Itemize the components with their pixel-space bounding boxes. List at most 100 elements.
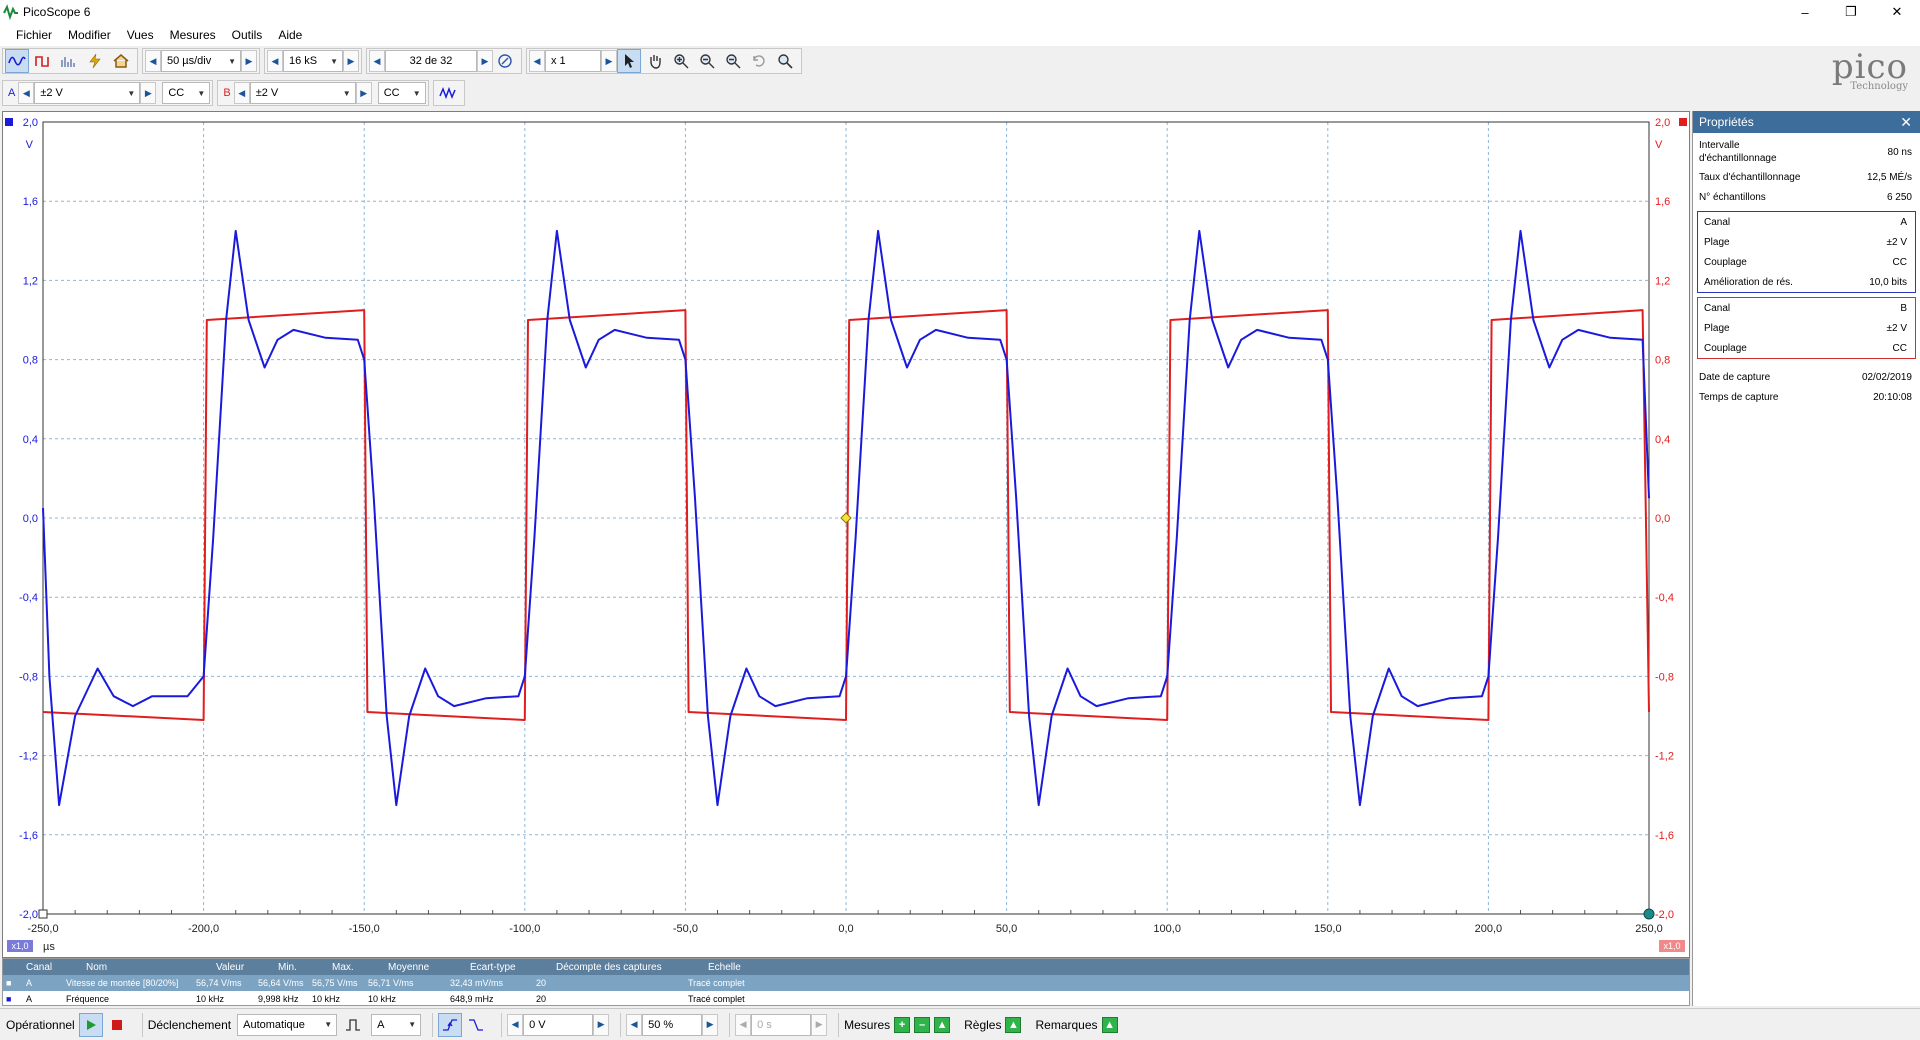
chevron-down-icon: ▼ bbox=[127, 88, 136, 98]
title-bar: PicoScope 6 – ❐ ✕ bbox=[0, 0, 1920, 24]
timebase-up-button[interactable]: ▶ bbox=[241, 50, 257, 72]
channel-a-range-up-button[interactable]: ▶ bbox=[140, 82, 157, 104]
y-tick-label-right: -0,8 bbox=[1655, 671, 1674, 683]
property-row: Intervalle d'échantillonnage 80 ns bbox=[1699, 140, 1912, 164]
restore-button[interactable]: ❐ bbox=[1828, 0, 1874, 24]
properties-title: Propriétés bbox=[1699, 115, 1754, 129]
pointer-tool-icon[interactable] bbox=[617, 49, 641, 73]
scope-view[interactable]: -250,0 -200,0 -150,0 -100,0 -50,0 0,0 50,0 100,… bbox=[2, 111, 1690, 958]
measurements-table: Canal Nom Valeur Min. Max. Moyenne Écart… bbox=[2, 958, 1690, 1006]
channel-toolbar: A ◀ ±2 V ▼ ▶ CC ▼ B ◀ ±2 V ▼ ▶ CC ▼ bbox=[0, 78, 469, 108]
menu-bar: Fichier Modifier Vues Mesures Outils Aid… bbox=[0, 24, 1920, 46]
timebase-select[interactable]: 50 µs/div ▼ bbox=[161, 50, 241, 72]
spectrum-mode-icon[interactable] bbox=[57, 49, 81, 73]
y-tick-label-right: 1,2 bbox=[1655, 275, 1670, 287]
pretrigger-field[interactable]: 50 % bbox=[642, 1013, 703, 1036]
scope-mode-icon[interactable] bbox=[5, 49, 29, 73]
menu-outils[interactable]: Outils bbox=[224, 28, 271, 42]
channel-b-axis-marker bbox=[1679, 118, 1687, 126]
zoom-factor-field[interactable]: x 1 bbox=[545, 50, 601, 72]
y-tick-label-left: 0,4 bbox=[23, 434, 38, 446]
zoom-in-icon[interactable] bbox=[669, 49, 693, 73]
remove-measurement-icon[interactable]: – bbox=[914, 1016, 931, 1033]
channel-a-range-down-button[interactable]: ◀ bbox=[18, 82, 35, 104]
samples-select[interactable]: 16 kS ▼ bbox=[283, 50, 343, 72]
buffer-navigator-icon[interactable] bbox=[493, 49, 517, 73]
trigger-channel-select[interactable]: A ▼ bbox=[371, 1013, 422, 1036]
capture-prev-button[interactable]: ◀ bbox=[369, 50, 385, 72]
menu-mesures[interactable]: Mesures bbox=[162, 28, 224, 42]
table-row[interactable]: ■ A Vitesse de montée [80/20%] 56,74 V/m… bbox=[3, 975, 1689, 991]
notes-label: Remarques bbox=[1035, 1017, 1098, 1032]
x-tick-label: 250,0 bbox=[1635, 923, 1663, 935]
menu-aide[interactable]: Aide bbox=[270, 28, 310, 42]
x-tick-label: 100,0 bbox=[1153, 923, 1181, 935]
channel-a-coupling-select[interactable]: CC ▼ bbox=[162, 82, 211, 104]
channel-b-range-up-button[interactable]: ▶ bbox=[355, 82, 372, 104]
falling-edge-icon[interactable] bbox=[464, 1013, 488, 1037]
timebase-down-button[interactable]: ◀ bbox=[145, 50, 161, 72]
zoom-out-icon[interactable] bbox=[721, 49, 745, 73]
channel-b-range-select[interactable]: ±2 V ▼ bbox=[249, 82, 356, 104]
capture-next-button[interactable]: ▶ bbox=[477, 50, 493, 72]
zoom-overview-icon[interactable] bbox=[773, 49, 797, 73]
menu-vues[interactable]: Vues bbox=[119, 28, 162, 42]
advanced-trigger-icon[interactable] bbox=[341, 1013, 365, 1037]
chevron-down-icon: ▼ bbox=[330, 56, 338, 66]
rising-edge-icon[interactable] bbox=[438, 1012, 463, 1037]
measures-label: Mesures bbox=[844, 1017, 891, 1032]
close-window-button[interactable]: ✕ bbox=[1874, 0, 1920, 24]
x-tick-label: 0,0 bbox=[838, 923, 853, 935]
hand-tool-icon[interactable] bbox=[643, 49, 667, 73]
chevron-down-icon: ▼ bbox=[197, 88, 206, 98]
channel-b-label[interactable]: B bbox=[220, 87, 233, 99]
zoom-up-button[interactable]: ▶ bbox=[601, 50, 617, 72]
table-header: Canal Nom Valeur Min. Max. Moyenne Écart… bbox=[3, 959, 1689, 975]
time-ruler-handle-right bbox=[1643, 908, 1655, 920]
delay-down-button[interactable]: ◀ bbox=[735, 1013, 752, 1036]
y-tick-label-right: 0,0 bbox=[1655, 513, 1670, 525]
zoom-in-region-icon[interactable] bbox=[695, 49, 719, 73]
channel-options-icon[interactable] bbox=[436, 81, 460, 105]
delay-up-button[interactable]: ▶ bbox=[811, 1013, 828, 1036]
persistence-mode-icon[interactable] bbox=[31, 49, 55, 73]
channel-a-label[interactable]: A bbox=[5, 87, 18, 99]
channel-b-range-down-button[interactable]: ◀ bbox=[233, 82, 250, 104]
trigger-mode-select[interactable]: Automatique ▼ bbox=[237, 1013, 338, 1036]
channel-b-coupling-select[interactable]: CC ▼ bbox=[377, 82, 426, 104]
pretrigger-down-button[interactable]: ◀ bbox=[626, 1013, 643, 1036]
home-icon[interactable] bbox=[109, 49, 133, 73]
menu-modifier[interactable]: Modifier bbox=[60, 28, 119, 42]
post-trigger-delay-field[interactable]: 0 s bbox=[751, 1013, 812, 1036]
capture-index-field[interactable]: 32 de 32 bbox=[385, 50, 477, 72]
samples-up-button[interactable]: ▶ bbox=[343, 50, 359, 72]
table-row[interactable]: ■ A Fréquence 10 kHz 9,998 kHz 10 kHz 10… bbox=[3, 991, 1689, 1007]
channel-a-range-select[interactable]: ±2 V ▼ bbox=[34, 82, 141, 104]
channel-a-axis-marker bbox=[5, 118, 13, 126]
notes-icon[interactable]: ▲ bbox=[1101, 1016, 1118, 1033]
menu-fichier[interactable]: Fichier bbox=[8, 28, 60, 42]
y-tick-label-right: 0,4 bbox=[1655, 434, 1670, 446]
start-button[interactable] bbox=[78, 1012, 103, 1037]
pretrigger-up-button[interactable]: ▶ bbox=[702, 1013, 719, 1036]
close-properties-icon[interactable]: ✕ bbox=[1900, 114, 1912, 131]
y-unit-left: V bbox=[26, 139, 34, 151]
oscilloscope-plot[interactable]: -250,0 -200,0 -150,0 -100,0 -50,0 0,0 50,0 100,… bbox=[3, 112, 1689, 957]
zoom-down-button[interactable]: ◀ bbox=[529, 50, 545, 72]
undo-zoom-icon[interactable] bbox=[747, 49, 771, 73]
trigger-level-field[interactable]: 0 V bbox=[523, 1013, 594, 1036]
samples-down-button[interactable]: ◀ bbox=[267, 50, 283, 72]
stop-button[interactable] bbox=[105, 1013, 129, 1037]
minimize-button[interactable]: – bbox=[1782, 0, 1828, 24]
status-bar: Opérationnel Déclenchement Automatique ▼ … bbox=[0, 1008, 1920, 1040]
picoscope-app-icon bbox=[3, 4, 18, 20]
scale-label-right: x1,0 bbox=[1663, 941, 1680, 951]
add-measurement-icon[interactable]: + bbox=[894, 1016, 911, 1033]
property-row: Date de capture 02/02/2019 bbox=[1699, 371, 1912, 383]
edit-measurement-icon[interactable]: ▲ bbox=[934, 1016, 951, 1033]
trigger-level-down-button[interactable]: ◀ bbox=[507, 1013, 524, 1036]
rules-icon[interactable]: ▲ bbox=[1005, 1016, 1022, 1033]
y-tick-label-right: 2,0 bbox=[1655, 117, 1670, 129]
trigger-level-up-button[interactable]: ▶ bbox=[593, 1013, 610, 1036]
signal-generator-icon[interactable] bbox=[83, 49, 107, 73]
